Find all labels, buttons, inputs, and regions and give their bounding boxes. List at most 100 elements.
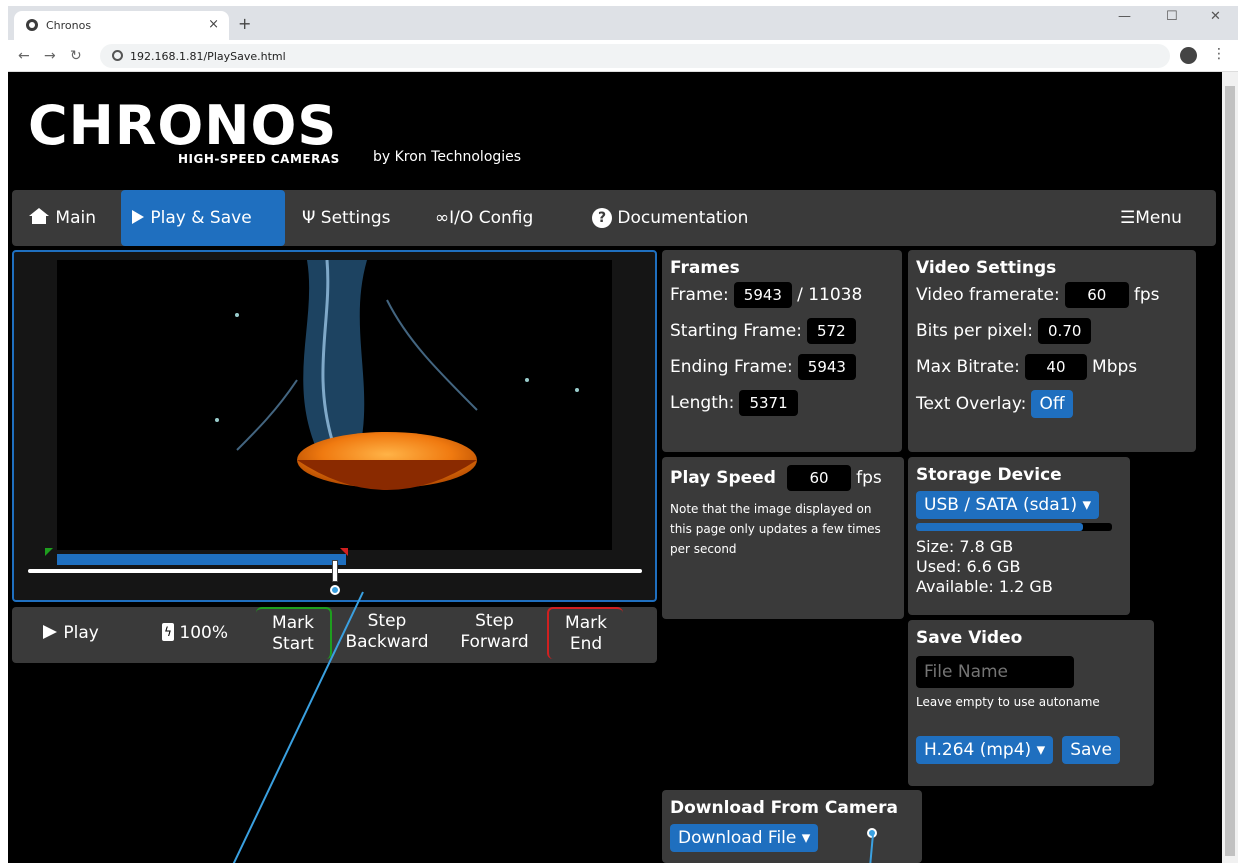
maximize-icon[interactable]: ☐: [1166, 9, 1178, 24]
caret-down-icon: ▾: [801, 828, 811, 848]
tab-title: Chronos: [46, 19, 92, 32]
framerate-unit: fps: [1133, 285, 1160, 305]
new-tab-icon[interactable]: +: [238, 14, 251, 33]
address-bar[interactable]: 192.168.1.81/PlaySave.html: [100, 44, 1170, 68]
storage-usage-fill: [916, 523, 1083, 531]
address-bar-row: ← → ↻ 192.168.1.81/PlaySave.html ⋮: [8, 40, 1238, 72]
nav-settings[interactable]: Ψ Settings: [292, 190, 401, 246]
bpp-input[interactable]: 0.70: [1038, 318, 1092, 344]
browser-menu-icon[interactable]: ⋮: [1212, 46, 1226, 62]
home-icon: [29, 208, 49, 224]
nav-io-config-label: I/O Config: [449, 208, 534, 228]
url-text: 192.168.1.81/PlaySave.html: [130, 50, 286, 63]
frame-label: Frame:: [670, 285, 729, 305]
storage-device-label: USB / SATA (sda1): [924, 495, 1078, 515]
step-backward-line2: Backward: [345, 632, 429, 652]
download-title: Download From Camera: [670, 798, 898, 818]
framerate-label: Video framerate:: [916, 285, 1060, 305]
play-speed-note: Note that the image displayed on this pa…: [670, 502, 881, 556]
minimize-icon[interactable]: —: [1118, 9, 1131, 24]
window-close-icon[interactable]: ✕: [1210, 9, 1221, 24]
frame-input[interactable]: 5943: [733, 282, 792, 308]
start-frame-input[interactable]: 572: [807, 318, 856, 344]
framerate-row: Video framerate: 60 fps: [916, 282, 1188, 308]
playback-slider-thumb[interactable]: [332, 560, 338, 582]
nav-play-save[interactable]: Play & Save: [121, 190, 285, 246]
play-speed-unit: fps: [856, 468, 882, 488]
overlay-toggle[interactable]: Off: [1031, 390, 1073, 418]
end-frame-input[interactable]: 5943: [797, 354, 856, 380]
play-icon: [132, 210, 144, 224]
save-video-panel: Save Video Leave empty to use autoname H…: [908, 620, 1154, 786]
video-settings-title: Video Settings: [916, 258, 1057, 278]
play-label: Play: [63, 623, 99, 643]
play-button[interactable]: Play: [42, 623, 99, 643]
video-settings-panel: Video Settings Video framerate: 60 fps B…: [908, 250, 1196, 452]
overlay-label: Text Overlay:: [916, 394, 1027, 414]
end-frame-row: Ending Frame: 5943: [670, 354, 894, 380]
mark-start-flag: [45, 548, 53, 556]
end-frame-label: Ending Frame:: [670, 357, 793, 377]
video-viewer: [12, 250, 657, 602]
forward-icon[interactable]: →: [44, 48, 56, 64]
caret-down-icon: ▾: [1036, 740, 1046, 760]
nav-menu[interactable]: ☰Menu: [1110, 190, 1192, 246]
bpp-row: Bits per pixel: 0.70: [916, 318, 1188, 344]
video-frame: [57, 260, 612, 550]
mark-start-line2: Start: [272, 634, 314, 654]
mark-start-line1: Mark: [272, 613, 314, 633]
filename-input[interactable]: [916, 656, 1074, 688]
save-button[interactable]: Save: [1062, 736, 1120, 764]
scrollbar-thumb[interactable]: [1225, 86, 1235, 856]
annotation-dot: [867, 828, 877, 838]
logo-subtitle: HIGH-SPEED CAMERAS: [178, 152, 340, 166]
bitrate-input[interactable]: 40: [1024, 354, 1087, 380]
mark-start-button[interactable]: Mark Start: [256, 607, 332, 659]
tab-close-icon[interactable]: ×: [208, 17, 219, 32]
mark-end-flag: [339, 548, 348, 556]
step-backward-button[interactable]: Step Backward: [337, 611, 437, 653]
site-info-icon[interactable]: [112, 50, 123, 61]
download-file-button[interactable]: Download File ▾: [670, 824, 819, 852]
nav-documentation[interactable]: ? Documentation: [582, 190, 758, 246]
bitrate-label: Max Bitrate:: [916, 357, 1020, 377]
start-frame-label: Starting Frame:: [670, 321, 802, 341]
frames-title: Frames: [670, 258, 740, 278]
save-row: H.264 (mp4) ▾ Save: [916, 736, 1146, 764]
format-select[interactable]: H.264 (mp4) ▾: [916, 736, 1054, 764]
step-forward-line1: Step: [475, 611, 514, 631]
frame-total: / 11038: [797, 285, 863, 305]
frame-row: Frame: 5943 / 11038: [670, 282, 894, 308]
nav-main[interactable]: Main: [18, 190, 106, 246]
storage-panel: Storage Device USB / SATA (sda1) ▾ Size:…: [908, 457, 1130, 615]
play-icon: [43, 625, 57, 639]
scrollbar[interactable]: [1222, 72, 1238, 863]
battery-status: ϟ 100%: [162, 623, 228, 643]
play-speed-panel: Play Speed 60 fps Note that the image di…: [662, 457, 904, 619]
profile-icon[interactable]: [1180, 47, 1197, 64]
mark-end-button[interactable]: Mark End: [547, 607, 623, 659]
hamburger-icon: ☰: [1120, 208, 1136, 228]
nav-documentation-label: Documentation: [617, 208, 749, 228]
play-speed-title: Play Speed: [670, 468, 776, 488]
reload-icon[interactable]: ↻: [70, 48, 82, 64]
framerate-input[interactable]: 60: [1064, 282, 1129, 308]
save-video-title: Save Video: [916, 628, 1023, 648]
length-value: 5371: [739, 390, 798, 416]
bpp-label: Bits per pixel:: [916, 321, 1033, 341]
favicon-icon: [26, 19, 38, 31]
play-speed-input[interactable]: 60: [786, 465, 851, 491]
filename-hint: Leave empty to use autoname: [916, 695, 1100, 709]
battery-label: 100%: [179, 623, 229, 643]
format-label: H.264 (mp4): [924, 740, 1032, 760]
download-panel: Download From Camera Download File ▾: [662, 790, 922, 863]
logo: CHRONOS: [28, 94, 338, 157]
back-icon[interactable]: ←: [18, 48, 30, 64]
storage-device-select[interactable]: USB / SATA (sda1) ▾: [916, 491, 1100, 519]
step-forward-button[interactable]: Step Forward: [452, 611, 537, 653]
frames-panel: Frames Frame: 5943 / 11038 Starting Fram…: [662, 250, 902, 452]
byline: by Kron Technologies: [373, 149, 522, 165]
nav-io-config[interactable]: ∞I/O Config: [425, 190, 543, 246]
marked-range-bar: [57, 554, 346, 565]
browser-tab[interactable]: Chronos ×: [14, 11, 229, 40]
